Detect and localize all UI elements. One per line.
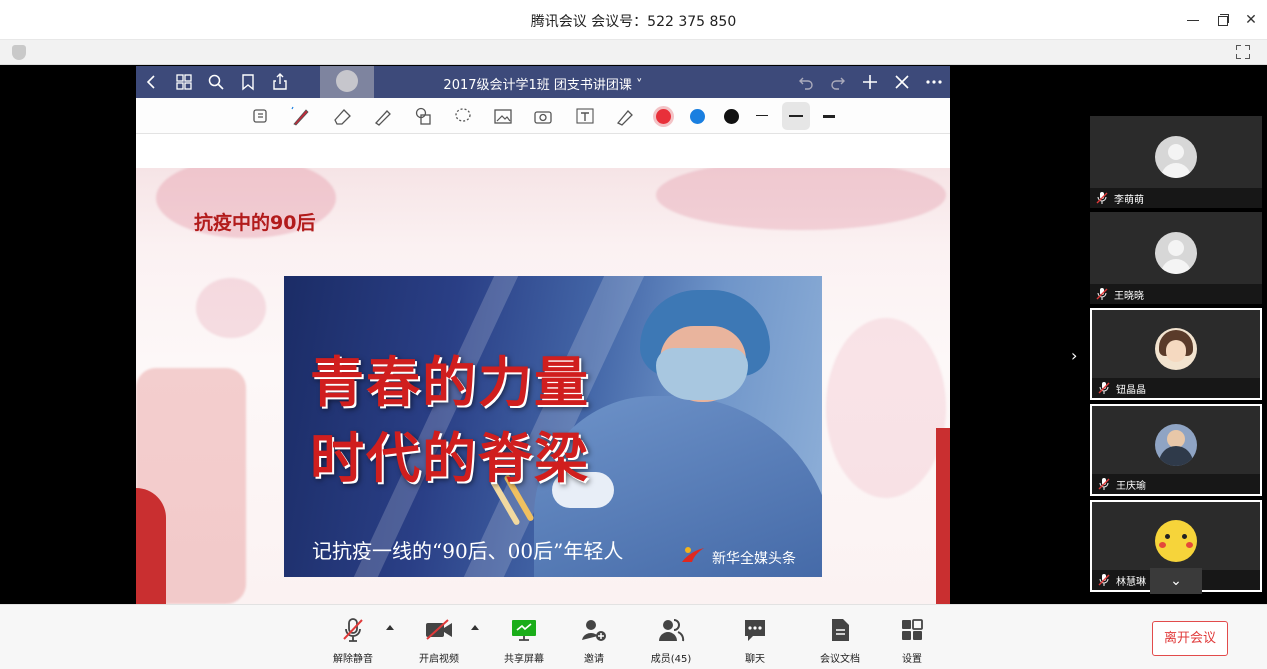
chevron-down-icon[interactable]: ⌄ [1150, 568, 1202, 594]
pen-color-blue[interactable] [690, 109, 705, 124]
red-ribbon [136, 488, 166, 604]
unmute-button[interactable]: 解除静音 [318, 615, 388, 665]
close-button[interactable]: ✕ [1240, 9, 1262, 31]
participant-tile[interactable]: 李萌萌 [1090, 116, 1262, 208]
unmute-label: 解除静音 [333, 654, 373, 665]
stroke-medium[interactable] [789, 115, 803, 117]
audio-options-caret-icon[interactable] [386, 625, 394, 630]
face-mask [656, 348, 748, 400]
default-avatar-icon [1155, 136, 1197, 178]
video-off-icon [424, 617, 454, 643]
pen-color-red[interactable] [656, 109, 671, 124]
participant-name: 林慧琳 [1116, 577, 1146, 588]
maximize-button[interactable] [1211, 9, 1233, 31]
chevron-right-icon[interactable]: › [1071, 348, 1083, 364]
share-screen-button[interactable]: 共享屏幕 [489, 615, 559, 665]
participant-tile[interactable]: 王晓晓 [1090, 212, 1262, 304]
muted-mic-icon [1098, 382, 1110, 394]
close-editor-icon[interactable] [892, 72, 912, 92]
presentation-slide: 抗疫中的90后 青春的力量 时代的脊梁 记抗疫一线的“90后、00后”年轻人 新… [136, 168, 950, 604]
photo-avatar [1155, 328, 1197, 370]
members-label: 成员(45) [650, 654, 692, 665]
slide-title: 抗疫中的90后 [194, 212, 316, 234]
start-video-label: 开启视频 [419, 654, 459, 665]
slide-photo: 青春的力量 时代的脊梁 记抗疫一线的“90后、00后”年轻人 新华全媒头条 [284, 276, 822, 577]
video-options-caret-icon[interactable] [471, 625, 479, 630]
minimize-button[interactable] [1182, 9, 1204, 31]
photo-caption: 记抗疫一线的“90后、00后”年轻人 [312, 539, 624, 563]
participant-tile[interactable]: 钮晶晶 [1090, 308, 1262, 400]
members-button[interactable]: 成员(45) [636, 615, 706, 665]
headline-line-2: 时代的脊梁 [310, 426, 590, 490]
meeting-docs-label: 会议文档 [820, 654, 860, 665]
share-screen-label: 共享屏幕 [504, 654, 544, 665]
blossom-decoration [196, 278, 266, 338]
pen-color-black[interactable] [724, 109, 739, 124]
shared-screen: 2017级会计学1班 团支书讲团课 ˅ 抗疫中的90后 青春的力量 时代的脊梁 … [136, 66, 950, 604]
participant-tile[interactable]: 王庆瑜 [1090, 404, 1262, 496]
participant-name-bar: 王晓晓 [1090, 284, 1262, 304]
add-user-icon [580, 617, 608, 643]
add-page-icon[interactable] [860, 72, 880, 92]
muted-mic-icon [1098, 574, 1110, 586]
camera-icon[interactable] [532, 106, 554, 126]
shapes-icon[interactable] [412, 106, 434, 126]
settings-button[interactable]: 设置 [877, 615, 947, 665]
security-shield-icon[interactable] [12, 45, 26, 60]
default-avatar-icon [1155, 232, 1197, 274]
muted-mic-icon [1096, 288, 1108, 300]
notes-app-top-bar: 2017级会计学1班 团支书讲团课 ˅ [136, 66, 950, 106]
meeting-docs-button[interactable]: 会议文档 [805, 615, 875, 665]
blossom-decoration [656, 168, 946, 230]
start-video-button[interactable]: 开启视频 [404, 615, 474, 665]
lasso-icon[interactable] [452, 106, 474, 126]
document-icon [828, 617, 852, 643]
members-icon [656, 617, 686, 643]
participant-name-bar: 李萌萌 [1090, 188, 1262, 208]
leave-meeting-button[interactable]: 离开会议 [1152, 621, 1228, 656]
chat-button[interactable]: 聊天 [720, 615, 790, 665]
photo-avatar [1155, 424, 1197, 466]
pen-toolbar [136, 98, 950, 134]
window-title-bar: 腾讯会议 会议号：522 375 850 ✕ [0, 0, 1267, 40]
blossom-decoration [826, 318, 946, 498]
participant-name: 王晓晓 [1114, 291, 1144, 302]
participant-name: 王庆瑜 [1116, 481, 1146, 492]
eraser-icon[interactable] [332, 106, 354, 126]
read-mode-icon[interactable] [250, 106, 272, 126]
image-icon[interactable] [492, 106, 514, 126]
share-screen-icon [510, 617, 538, 643]
muted-mic-icon [1096, 192, 1108, 204]
redo-icon[interactable] [828, 72, 848, 92]
participant-name: 钮晶晶 [1116, 385, 1146, 396]
headline-line-1: 青春的力量 [310, 350, 590, 414]
xinhua-logo-icon [680, 544, 706, 566]
pen-tool-icon[interactable] [290, 106, 312, 126]
pikachu-avatar [1155, 520, 1197, 562]
settings-label: 设置 [902, 654, 922, 665]
brand-name: 新华全媒头条 [712, 551, 796, 567]
invite-button[interactable]: 邀请 [559, 615, 629, 665]
meeting-info-bar [0, 40, 1267, 65]
participant-name-bar: 钮晶晶 [1092, 378, 1260, 398]
highlighter-icon[interactable] [614, 106, 636, 126]
chat-label: 聊天 [745, 654, 765, 665]
pencil-icon[interactable] [372, 106, 394, 126]
more-options-icon[interactable] [924, 72, 944, 92]
chat-icon [743, 617, 767, 643]
window-title: 腾讯会议 会议号：522 375 850 [530, 14, 737, 30]
settings-grid-icon [900, 617, 924, 643]
muted-mic-icon [1098, 478, 1110, 490]
meeting-toolbar: 解除静音 开启视频 共享屏幕 邀请 成员(45) 聊天 会议文档 设置 离开会议 [0, 604, 1267, 669]
muted-microphone-icon [341, 617, 365, 643]
participant-name: 李萌萌 [1114, 195, 1144, 206]
fullscreen-icon[interactable] [1236, 45, 1250, 59]
stroke-thin[interactable] [756, 115, 768, 116]
stroke-thick[interactable] [823, 115, 835, 118]
red-ribbon [936, 428, 950, 604]
participant-name-bar: 王庆瑜 [1092, 474, 1260, 494]
undo-icon[interactable] [796, 72, 816, 92]
invite-label: 邀请 [584, 654, 604, 665]
text-box-icon[interactable] [574, 106, 596, 126]
